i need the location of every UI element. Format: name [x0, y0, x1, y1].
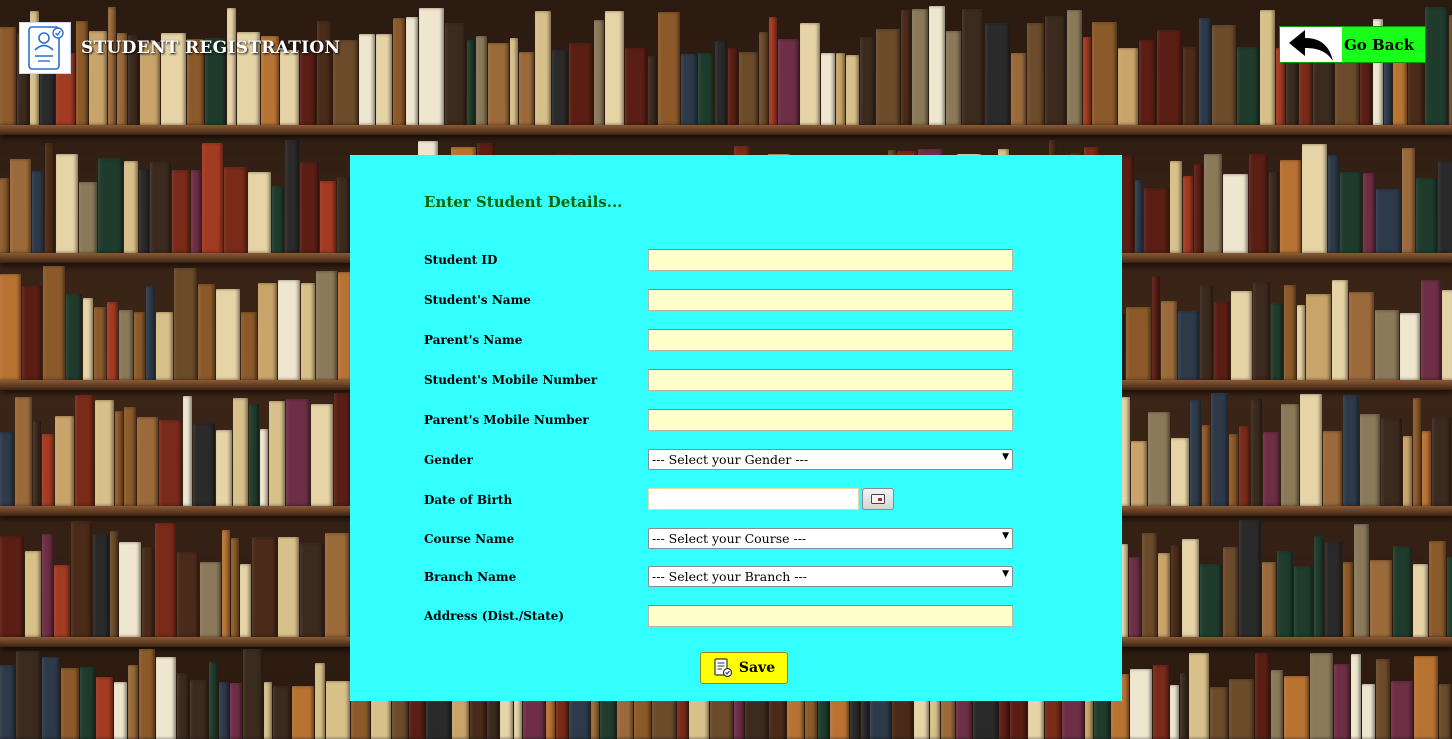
calendar-icon	[871, 494, 885, 504]
label-student-mobile: Student's Mobile Number	[424, 373, 598, 387]
label-parent-mobile: Parent's Mobile Number	[424, 413, 589, 427]
student-id-input[interactable]	[648, 249, 1013, 271]
student-mobile-input[interactable]	[648, 369, 1013, 391]
student-name-input[interactable]	[648, 289, 1013, 311]
branch-select[interactable]: --- Select your Branch --- ▼	[648, 566, 1013, 587]
page-title: STUDENT REGISTRATION	[81, 38, 341, 58]
go-back-button[interactable]: Go Back	[1279, 26, 1426, 63]
save-button-label: Save	[738, 660, 776, 676]
label-date-of-birth: Date of Birth	[424, 493, 513, 507]
label-parent-name: Parent's Name	[424, 333, 523, 347]
label-branch-name: Branch Name	[424, 570, 517, 584]
gender-select-value: --- Select your Gender ---	[652, 452, 809, 467]
address-input[interactable]	[648, 605, 1013, 627]
registration-form-panel: Enter Student Details... Student ID Stud…	[350, 155, 1122, 701]
form-heading: Enter Student Details...	[424, 193, 623, 211]
parent-mobile-input[interactable]	[648, 409, 1013, 431]
course-select[interactable]: --- Select your Course --- ▼	[648, 528, 1013, 549]
label-student-name: Student's Name	[424, 293, 531, 307]
calendar-button[interactable]	[862, 488, 894, 510]
course-select-value: --- Select your Course ---	[652, 531, 807, 546]
date-of-birth-input[interactable]	[648, 488, 859, 510]
chevron-down-icon: ▼	[1002, 452, 1009, 462]
chevron-down-icon: ▼	[1002, 569, 1009, 579]
student-form-logo-icon	[19, 22, 71, 74]
go-back-label: Go Back	[1344, 35, 1414, 54]
branch-select-value: --- Select your Branch ---	[652, 569, 807, 584]
back-arrow-icon	[1280, 27, 1342, 62]
save-button[interactable]: Save	[700, 652, 788, 684]
gender-select[interactable]: --- Select your Gender --- ▼	[648, 449, 1013, 470]
chevron-down-icon: ▼	[1002, 531, 1009, 541]
parent-name-input[interactable]	[648, 329, 1013, 351]
label-course-name: Course Name	[424, 532, 515, 546]
save-document-icon	[713, 658, 733, 678]
label-student-id: Student ID	[424, 253, 498, 267]
label-gender: Gender	[424, 453, 473, 467]
label-address: Address (Dist./State)	[424, 609, 565, 623]
